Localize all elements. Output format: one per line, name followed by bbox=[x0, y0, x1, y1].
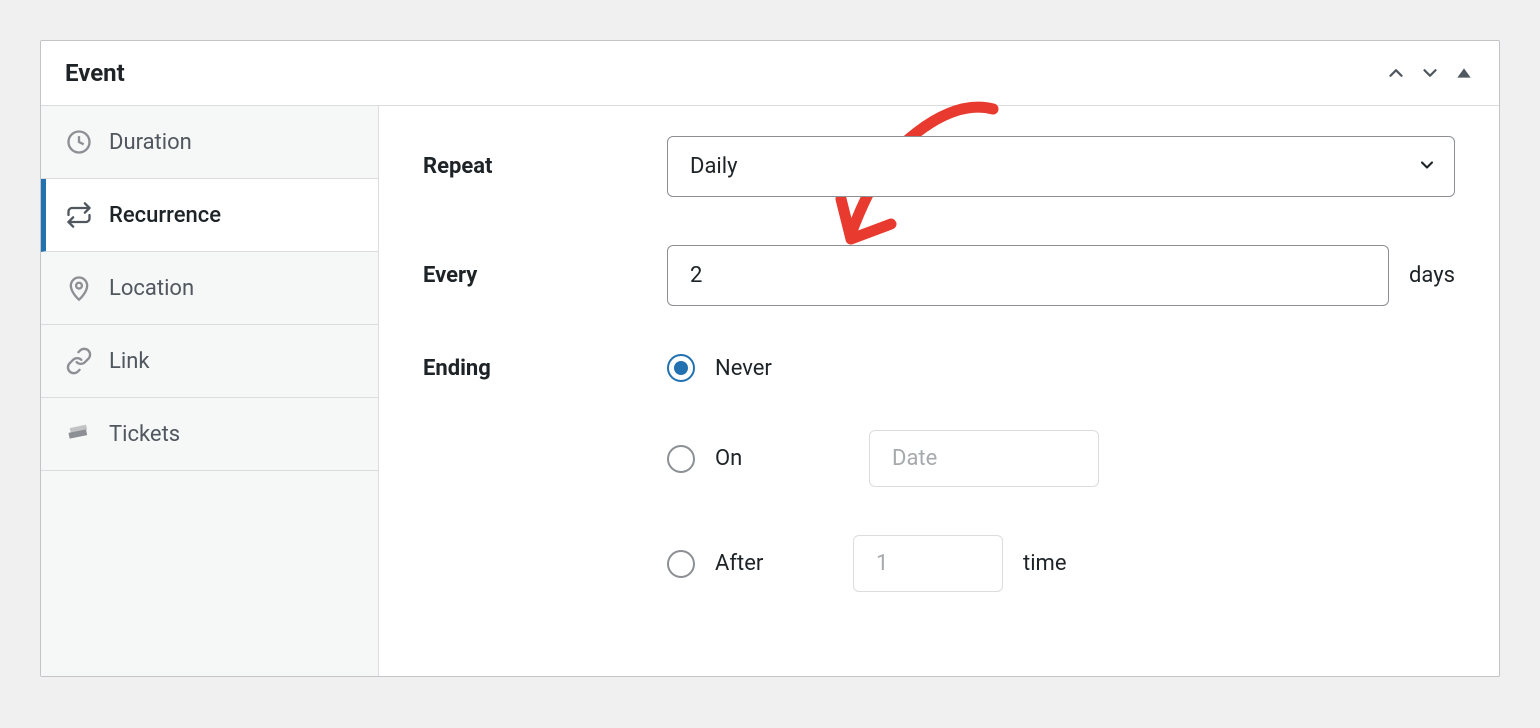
collapse-icon[interactable] bbox=[1453, 62, 1475, 84]
sidebar-item-recurrence[interactable]: Recurrence bbox=[41, 179, 378, 252]
sidebar-item-tickets[interactable]: Tickets bbox=[41, 398, 378, 471]
move-down-icon[interactable] bbox=[1419, 62, 1441, 84]
ending-radio-group: Never On After time bbox=[667, 354, 1099, 592]
sidebar-item-duration[interactable]: Duration bbox=[41, 106, 378, 179]
every-label: Every bbox=[423, 263, 667, 288]
card-header-controls bbox=[1385, 62, 1475, 84]
repeat-icon bbox=[65, 201, 93, 229]
card-header: Event bbox=[41, 41, 1499, 106]
tickets-icon bbox=[65, 420, 93, 448]
repeat-select-value: Daily bbox=[690, 154, 738, 179]
every-row: Every days bbox=[423, 245, 1455, 306]
every-suffix: days bbox=[1409, 263, 1455, 288]
sidebar: Duration Recurrence Location Link bbox=[41, 106, 379, 676]
sidebar-item-location[interactable]: Location bbox=[41, 252, 378, 325]
radio-icon[interactable] bbox=[667, 445, 695, 473]
card-body: Duration Recurrence Location Link bbox=[41, 106, 1499, 676]
sidebar-item-label: Tickets bbox=[109, 422, 180, 447]
ending-after-count-input[interactable] bbox=[853, 535, 1003, 592]
ending-on-label: On bbox=[715, 446, 825, 471]
sidebar-item-label: Location bbox=[109, 276, 194, 301]
sidebar-item-label: Recurrence bbox=[109, 203, 221, 228]
ending-label: Ending bbox=[423, 354, 667, 381]
sidebar-item-label: Duration bbox=[109, 130, 192, 155]
event-settings-card: Event Duration bbox=[40, 40, 1500, 677]
ending-never-label: Never bbox=[715, 356, 825, 381]
location-icon bbox=[65, 274, 93, 302]
move-up-icon[interactable] bbox=[1385, 62, 1407, 84]
ending-option-on[interactable]: On bbox=[667, 430, 1099, 487]
card-title: Event bbox=[65, 59, 125, 87]
ending-row: Ending Never On After bbox=[423, 354, 1455, 592]
link-icon bbox=[65, 347, 93, 375]
repeat-label: Repeat bbox=[423, 154, 667, 179]
ending-option-never[interactable]: Never bbox=[667, 354, 1099, 382]
sidebar-item-link[interactable]: Link bbox=[41, 325, 378, 398]
recurrence-panel: Repeat Daily Every days bbox=[379, 106, 1499, 676]
ending-on-date-input[interactable] bbox=[869, 430, 1099, 487]
ending-after-label: After bbox=[715, 551, 825, 576]
every-input[interactable] bbox=[667, 245, 1389, 306]
radio-icon[interactable] bbox=[667, 550, 695, 578]
radio-icon[interactable] bbox=[667, 354, 695, 382]
sidebar-item-label: Link bbox=[109, 349, 150, 374]
repeat-select[interactable]: Daily bbox=[667, 136, 1455, 197]
repeat-row: Repeat Daily bbox=[423, 136, 1455, 197]
ending-option-after[interactable]: After time bbox=[667, 535, 1099, 592]
clock-icon bbox=[65, 128, 93, 156]
ending-after-suffix: time bbox=[1023, 551, 1067, 576]
chevron-down-icon bbox=[1417, 155, 1437, 179]
